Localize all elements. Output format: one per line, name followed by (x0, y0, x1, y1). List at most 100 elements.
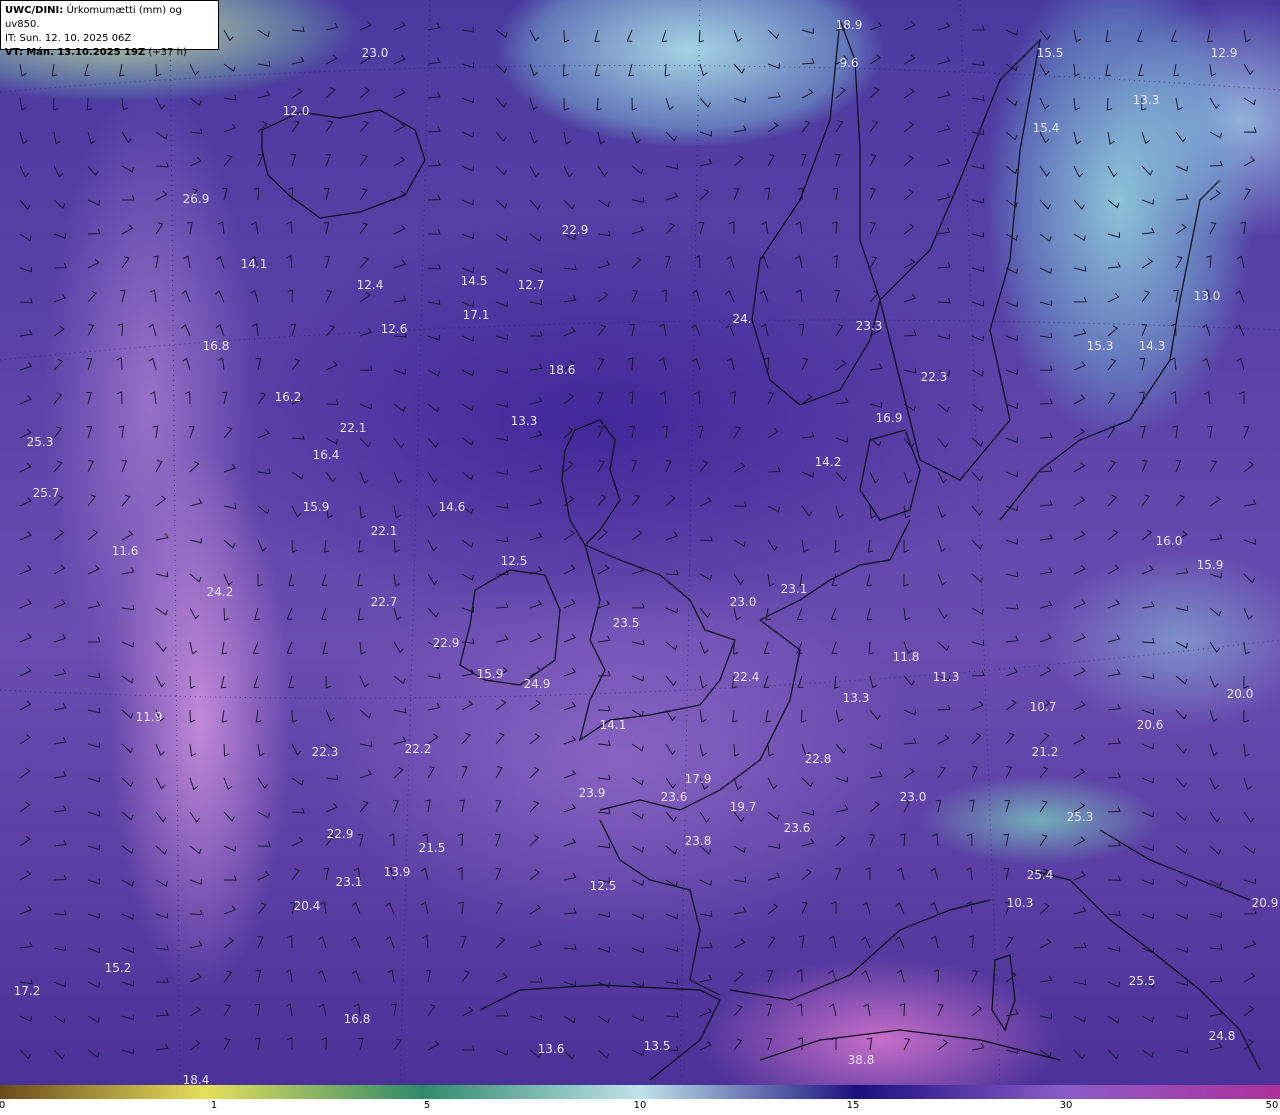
wind-barb (221, 391, 228, 405)
wind-barb (427, 766, 435, 779)
wind-barb (285, 969, 293, 983)
wind-barb (529, 733, 541, 745)
wind-barb (801, 777, 814, 788)
wind-barb (53, 805, 67, 813)
wind-barb (223, 1004, 231, 1017)
iberia-coast (479, 984, 721, 1081)
pw-value-label: 15.4 (1032, 121, 1060, 135)
wind-barb (971, 403, 984, 412)
wind-barb (53, 392, 63, 405)
wind-barb (53, 233, 66, 239)
pw-value-label: 18.9 (835, 18, 863, 32)
wind-barb (87, 460, 94, 473)
wind-barb (87, 947, 100, 954)
pw-value-label: 22.4 (732, 670, 760, 684)
pw-value-label: 10.7 (1029, 700, 1057, 714)
pw-value-label: 25.3 (26, 435, 54, 449)
wind-barb (529, 532, 543, 541)
wind-barb (393, 641, 404, 654)
wind-barb (1243, 538, 1256, 545)
wind-barb (223, 63, 236, 73)
wind-barb (1107, 1015, 1120, 1024)
wind-barb (733, 641, 739, 655)
wind-barb (563, 199, 576, 210)
pw-value-label: 16.8 (343, 1012, 371, 1026)
wind-barb (1073, 496, 1086, 507)
wind-barb (971, 95, 985, 101)
wind-barb (1243, 811, 1255, 823)
wind-barb (53, 131, 61, 145)
wind-barb (733, 845, 746, 853)
wind-barb (461, 766, 468, 779)
wind-barb (325, 709, 335, 722)
wind-barb (1243, 972, 1256, 983)
wind-barb (665, 192, 679, 201)
wind-barb (393, 539, 401, 553)
wind-barb (257, 154, 264, 167)
wind-barb (866, 1037, 873, 1051)
wind-barb (393, 295, 407, 303)
wind-barb (461, 539, 474, 548)
wind-barb (765, 709, 771, 723)
wind-barb (427, 437, 439, 448)
wind-barb (801, 120, 811, 133)
wind-barb (1073, 700, 1086, 711)
wind-barb (937, 1004, 944, 1017)
wind-barb (733, 1004, 743, 1017)
wind-barb (255, 357, 262, 371)
wind-barb (155, 777, 166, 790)
wind-barb (253, 675, 260, 688)
wind-barb (19, 870, 32, 881)
wind-barb (699, 188, 710, 201)
wind-barb (393, 259, 407, 269)
wind-barb (699, 607, 711, 619)
wind-barb (53, 634, 67, 643)
wind-barb (903, 223, 915, 235)
wind-barb (1170, 391, 1177, 405)
wind-barb (189, 811, 201, 823)
wind-barb (1175, 879, 1188, 887)
pw-value-label: 10.3 (1006, 896, 1034, 910)
wind-barb (286, 221, 293, 235)
wind-barb (896, 867, 905, 881)
wind-barb (529, 766, 540, 779)
wind-barb (597, 564, 610, 575)
wind-barb (563, 1015, 576, 1024)
wind-barb (359, 87, 371, 99)
wind-barb (323, 221, 330, 235)
wind-barb (53, 564, 66, 575)
wind-barb (1141, 913, 1154, 920)
wind-barb (183, 255, 191, 269)
wind-barb (563, 667, 577, 677)
wind-barb (733, 539, 746, 547)
wind-barb (1243, 156, 1256, 167)
wind-barb (1243, 63, 1254, 76)
wind-barb (930, 867, 939, 881)
wind-barb (121, 494, 131, 507)
wind-barb (1209, 97, 1220, 110)
wind-barb (53, 945, 67, 952)
wind-barb (189, 743, 197, 757)
wind-barb (1207, 29, 1213, 43)
wind-barb (461, 970, 471, 983)
wind-barb (828, 1003, 837, 1017)
wind-barb (318, 1003, 327, 1017)
wind-barb (597, 460, 605, 473)
wind-barb (255, 1037, 261, 1051)
wind-barb (699, 1007, 713, 1017)
wind-barb (359, 154, 368, 167)
wind-barb (87, 529, 99, 541)
wind-barb (631, 639, 645, 646)
wind-barb (664, 256, 671, 269)
wind-barb (19, 199, 31, 210)
wind-barb (53, 909, 67, 916)
wind-barb (801, 902, 808, 915)
wind-barb (895, 902, 905, 915)
wind-barb (287, 1037, 293, 1050)
pw-value-label: 22.3 (920, 370, 948, 384)
wind-barb (1073, 63, 1080, 77)
pw-value-label: 23.3 (855, 319, 883, 333)
wind-barb (257, 574, 263, 587)
wind-barb (631, 460, 638, 473)
pw-value-label: 22.9 (432, 636, 460, 650)
